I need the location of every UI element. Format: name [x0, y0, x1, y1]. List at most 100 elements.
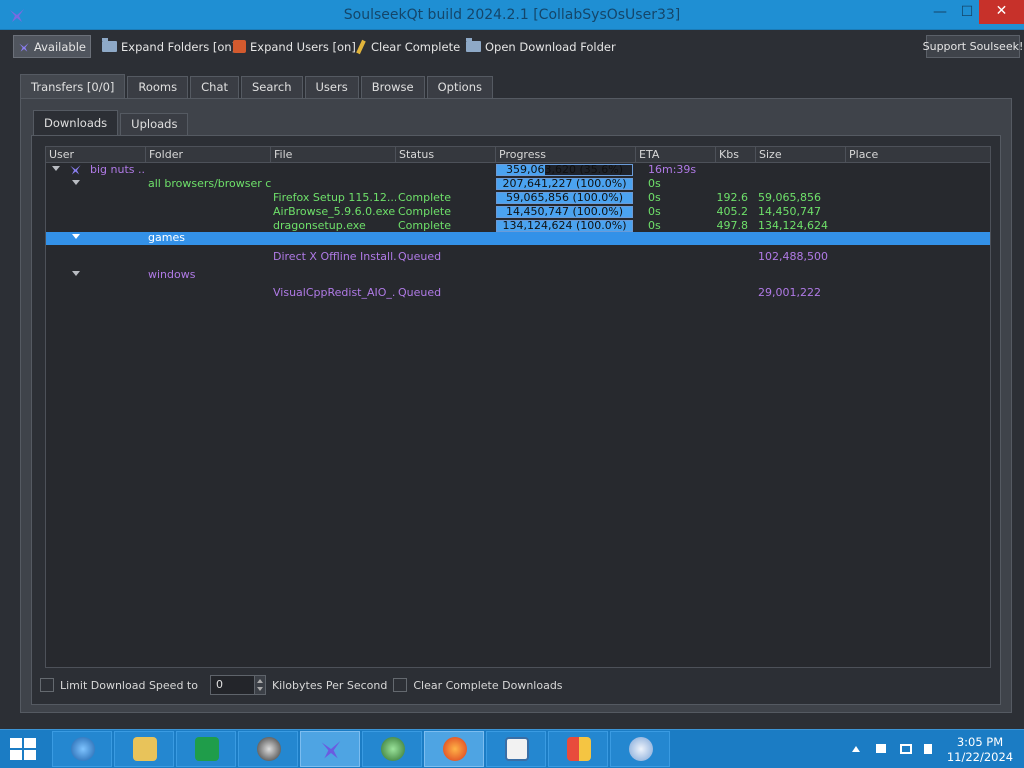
user-name: big nuts ... [90, 163, 146, 176]
folder-name: all browsers/browser c... [148, 177, 271, 190]
tab-uploads[interactable]: Uploads [120, 113, 189, 135]
main-tabs: Transfers [0/0] Rooms Chat Search Users … [20, 74, 495, 98]
column-size[interactable]: Size [756, 147, 846, 163]
network-taskbar-icon[interactable] [362, 731, 422, 767]
close-button[interactable]: ✕ [979, 0, 1024, 24]
available-button[interactable]: Available [13, 35, 91, 58]
volume-muted-icon[interactable] [924, 744, 932, 754]
column-eta[interactable]: ETA [636, 147, 716, 163]
windows-start-icon[interactable] [10, 738, 36, 760]
clock-time: 3:05 PM [956, 735, 1004, 749]
kbs-value: 405.2 [716, 205, 749, 218]
users-taskbar-icon[interactable] [610, 731, 670, 767]
kbs-value: 497.8 [716, 219, 749, 232]
table-row-file[interactable]: AirBrowse_5.9.6.0.exe Complete 14,450,74… [46, 205, 990, 219]
column-kbs[interactable]: Kbs [716, 147, 756, 163]
table-row-folder-selected[interactable]: games [46, 232, 990, 245]
column-status[interactable]: Status [396, 147, 496, 163]
size-value: 29,001,222 [758, 286, 821, 299]
folder-name: games [148, 232, 185, 244]
tab-downloads[interactable]: Downloads [33, 110, 119, 135]
support-soulseek-button[interactable]: Support Soulseek! [923, 35, 1023, 58]
table-row-folder[interactable]: windows [46, 268, 990, 282]
minimize-button[interactable]: — [930, 2, 950, 24]
column-user[interactable]: User [46, 147, 146, 163]
progress-bar: 134,124,624 (100.0%) [496, 220, 633, 232]
expand-folders-button[interactable]: Expand Folders [on] [98, 35, 240, 58]
download-options-bar: Limit Download Speed to 0 Kilobytes Per … [40, 675, 563, 695]
limit-speed-checkbox[interactable] [40, 678, 54, 692]
taskbar: 3:05 PM 11/22/2024 [0, 729, 1024, 768]
downloads-pane: User Folder File Status Progress ETA Kbs… [31, 135, 1001, 705]
tab-rooms[interactable]: Rooms [127, 76, 189, 98]
control-panel-taskbar-icon[interactable] [548, 731, 608, 767]
window-title: SoulseekQt build 2024.2.1 [CollabSysOsUs… [343, 7, 681, 23]
maximize-button[interactable]: ☐ [957, 2, 977, 24]
speed-spinbox[interactable]: 0 [209, 675, 266, 695]
table-header: User Folder File Status Progress ETA Kbs… [46, 147, 990, 163]
column-folder[interactable]: Folder [146, 147, 271, 163]
file-name: VisualCppRedist_AIO_... [273, 286, 396, 299]
status-value: Complete [398, 219, 452, 232]
users-icon [233, 40, 246, 53]
clear-complete-label: Clear Complete [371, 39, 461, 54]
downloads-tree[interactable]: User Folder File Status Progress ETA Kbs… [45, 146, 991, 668]
available-label: Available [33, 39, 86, 54]
soulseek-taskbar-icon[interactable] [300, 731, 360, 767]
tab-users[interactable]: Users [304, 76, 359, 98]
table-row-file[interactable]: Direct X Offline Install... Queued 102,4… [46, 250, 990, 264]
table-row-file[interactable]: VisualCppRedist_AIO_... Queued 29,001,22… [46, 286, 990, 300]
eta-value: 16m:39s [648, 163, 697, 176]
internet-explorer-taskbar-icon[interactable] [52, 731, 112, 767]
speed-unit-label: Kilobytes Per Second [271, 678, 388, 692]
file-explorer-taskbar-icon[interactable] [114, 731, 174, 767]
store-taskbar-icon[interactable] [176, 731, 236, 767]
network-icon[interactable] [900, 744, 912, 754]
column-place[interactable]: Place [846, 147, 990, 163]
flag-icon[interactable] [876, 744, 886, 753]
clear-complete-downloads-checkbox[interactable] [393, 678, 408, 692]
expand-arrow-icon[interactable] [52, 166, 60, 171]
status-value: Queued [398, 250, 442, 263]
media-player-taskbar-icon[interactable] [238, 731, 298, 767]
clock[interactable]: 3:05 PM 11/22/2024 [944, 735, 1016, 768]
table-row-folder[interactable]: all browsers/browser c... 207,641,227 (1… [46, 177, 990, 191]
tab-search[interactable]: Search [241, 76, 303, 98]
limit-speed-label: Limit Download Speed to [60, 678, 198, 692]
progress-bar: 359,063,620 (35.6%) [496, 164, 633, 176]
expand-arrow-icon[interactable] [72, 271, 80, 276]
table-row-file[interactable]: Firefox Setup 115.12.... Complete 59,065… [46, 191, 990, 205]
tab-options[interactable]: Options [426, 76, 493, 98]
file-name: Firefox Setup 115.12.... [273, 191, 396, 204]
clear-complete-button[interactable]: Clear Complete [355, 35, 464, 58]
tray-chevron-up-icon[interactable] [852, 746, 860, 752]
expand-users-label: Expand Users [on] [250, 39, 356, 54]
file-name: dragonsetup.exe [273, 219, 366, 232]
file-name: AirBrowse_5.9.6.0.exe [273, 205, 396, 218]
column-progress[interactable]: Progress [496, 147, 636, 163]
clock-date: 11/22/2024 [946, 750, 1014, 764]
main-area: Transfers [0/0] Rooms Chat Search Users … [0, 64, 1024, 729]
folder-icon [102, 38, 117, 52]
toolbar: Available Expand Folders [on] Expand Use… [0, 30, 1024, 64]
progress-bar: 14,450,747 (100.0%) [496, 206, 633, 218]
tab-transfers[interactable]: Transfers [0/0] [20, 74, 126, 98]
transfer-tabs: Downloads Uploads [33, 110, 190, 135]
expand-arrow-icon[interactable] [72, 234, 80, 239]
soulseek-bird-icon [19, 42, 29, 52]
column-file[interactable]: File [271, 147, 396, 163]
eta-value: 0s [648, 177, 661, 190]
spin-arrows-icon[interactable] [253, 676, 265, 694]
progress-bar: 207,641,227 (100.0%) [496, 178, 633, 190]
status-value: Complete [398, 205, 452, 218]
table-row-user[interactable]: big nuts ... 359,063,620 (35.6%) 16m:39s [46, 163, 990, 177]
open-download-folder-button[interactable]: Open Download Folder [462, 35, 620, 58]
table-row-file[interactable]: dragonsetup.exe Complete 134,124,624 (10… [46, 219, 990, 233]
tab-chat[interactable]: Chat [190, 76, 239, 98]
broom-icon [356, 39, 366, 54]
firefox-taskbar-icon[interactable] [424, 731, 484, 767]
document-viewer-taskbar-icon[interactable] [486, 731, 546, 767]
expand-users-button[interactable]: Expand Users [on] [229, 35, 360, 58]
tab-browse[interactable]: Browse [360, 76, 425, 98]
expand-arrow-icon[interactable] [72, 180, 80, 185]
